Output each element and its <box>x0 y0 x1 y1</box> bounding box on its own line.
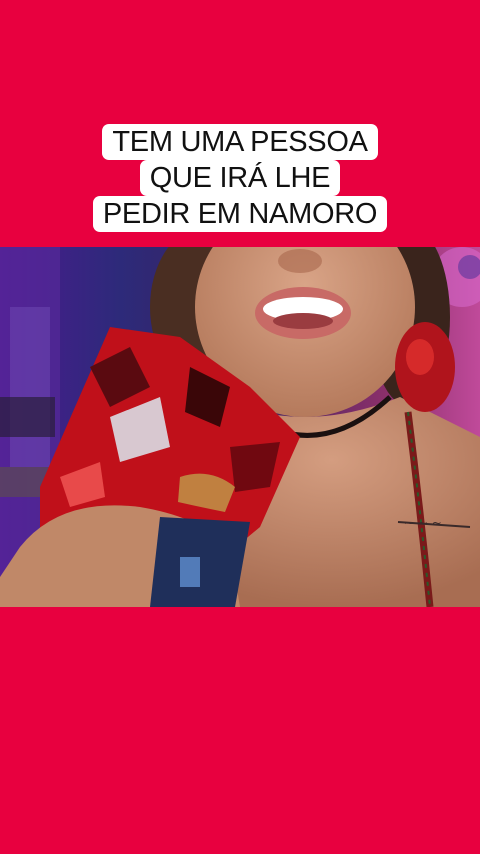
svg-text:~ ~ ~: ~ ~ ~ <box>404 516 442 530</box>
caption-line-3: PEDIR EM NAMORO <box>92 196 388 232</box>
caption-line-1: TEM UMA PESSOA <box>102 124 378 160</box>
video-frame-image: ~ ~ ~ <box>0 247 480 607</box>
caption-line-2: QUE IRÁ LHE <box>139 160 341 196</box>
caption-overlay: TEM UMA PESSOA QUE IRÁ LHE PEDIR EM NAMO… <box>0 124 480 232</box>
video-frame[interactable]: ~ ~ ~ <box>0 247 480 607</box>
video-post-screen[interactable]: TEM UMA PESSOA QUE IRÁ LHE PEDIR EM NAMO… <box>0 0 480 854</box>
